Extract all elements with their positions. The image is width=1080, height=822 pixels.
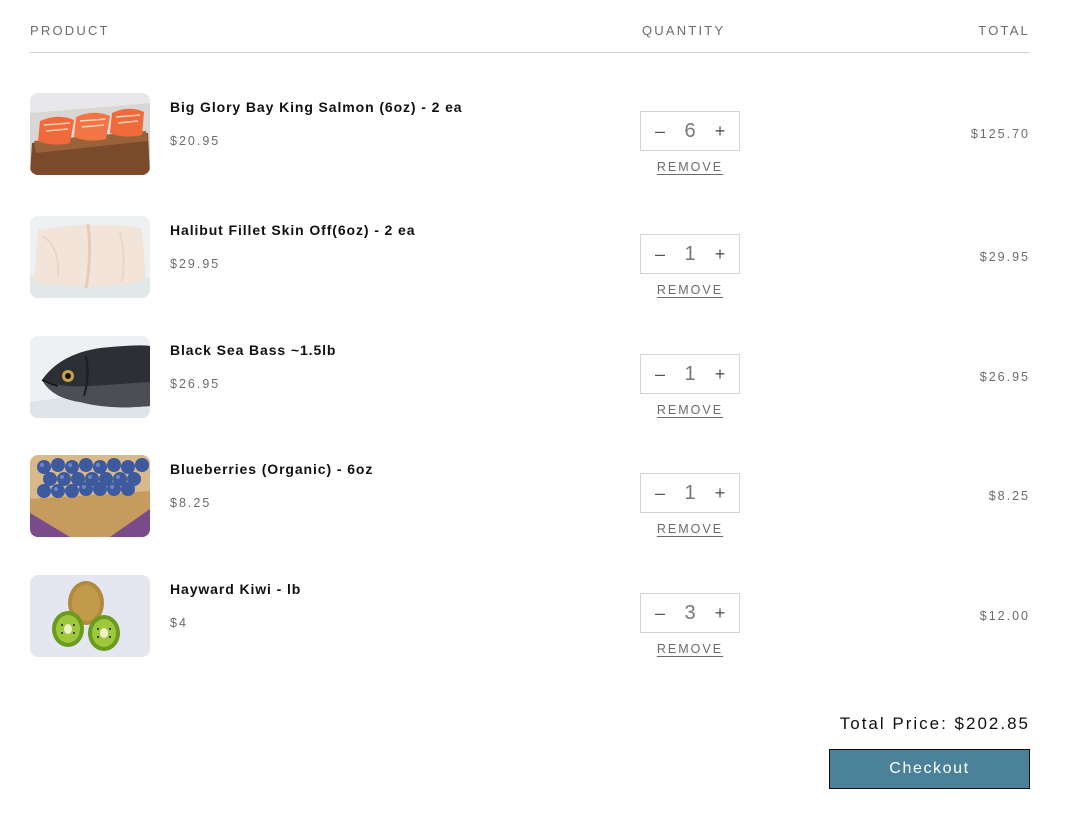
line-total: $12.00	[979, 609, 1030, 623]
product-price: $8.25	[170, 496, 212, 510]
line-total: $125.70	[970, 127, 1030, 141]
quantity-column-header: QUANTITY	[642, 23, 726, 38]
product-price: $29.95	[170, 257, 221, 271]
plus-icon[interactable]: +	[701, 594, 739, 632]
product-price: $20.95	[170, 134, 221, 148]
quantity-stepper: – 1 +	[640, 473, 740, 513]
line-total: $8.25	[988, 489, 1030, 503]
cart-row: Black Sea Bass ~1.5lb $26.95 – 1 + REMOV…	[30, 336, 1030, 420]
remove-button[interactable]: REMOVE	[640, 283, 740, 297]
product-name[interactable]: Black Sea Bass ~1.5lb	[170, 342, 336, 358]
total-price: Total Price: $202.85	[839, 714, 1030, 733]
checkout-button[interactable]: Checkout	[829, 749, 1030, 789]
cart-row: Blueberries (Organic) - 6oz $8.25 – 1 + …	[30, 455, 1030, 539]
product-image-kiwi[interactable]	[30, 575, 150, 657]
product-price: $4	[170, 616, 188, 630]
quantity-value[interactable]: 1	[679, 482, 701, 505]
remove-button[interactable]: REMOVE	[640, 522, 740, 536]
product-column-header: PRODUCT	[30, 23, 110, 38]
quantity-stepper: – 1 +	[640, 354, 740, 394]
cart-row: Big Glory Bay King Salmon (6oz) - 2 ea $…	[30, 93, 1030, 177]
product-image-blueberries[interactable]	[30, 455, 150, 537]
minus-icon[interactable]: –	[641, 355, 679, 393]
product-name[interactable]: Hayward Kiwi - lb	[170, 581, 301, 597]
quantity-value[interactable]: 6	[679, 120, 701, 143]
plus-icon[interactable]: +	[701, 474, 739, 512]
quantity-value[interactable]: 1	[679, 243, 701, 266]
total-column-header: TOTAL	[978, 23, 1030, 38]
line-total: $29.95	[979, 250, 1030, 264]
remove-button[interactable]: REMOVE	[640, 403, 740, 417]
product-image-salmon[interactable]	[30, 93, 150, 175]
quantity-value[interactable]: 3	[679, 602, 701, 625]
plus-icon[interactable]: +	[701, 355, 739, 393]
product-image-sea-bass[interactable]	[30, 336, 150, 418]
plus-icon[interactable]: +	[701, 112, 739, 150]
minus-icon[interactable]: –	[641, 235, 679, 273]
minus-icon[interactable]: –	[641, 594, 679, 632]
cart: PRODUCT QUANTITY TOTAL Big Glory Bay Kin…	[30, 0, 1030, 657]
product-name[interactable]: Blueberries (Organic) - 6oz	[170, 461, 373, 477]
cart-row: Hayward Kiwi - lb $4 – 3 + REMOVE $12.00	[30, 575, 1030, 659]
product-name[interactable]: Big Glory Bay King Salmon (6oz) - 2 ea	[170, 99, 462, 115]
line-total: $26.95	[979, 370, 1030, 384]
remove-button[interactable]: REMOVE	[640, 160, 740, 174]
quantity-stepper: – 6 +	[640, 111, 740, 151]
cart-row: Halibut Fillet Skin Off(6oz) - 2 ea $29.…	[30, 216, 1030, 300]
quantity-stepper: – 1 +	[640, 234, 740, 274]
minus-icon[interactable]: –	[641, 474, 679, 512]
remove-button[interactable]: REMOVE	[640, 642, 740, 656]
quantity-value[interactable]: 1	[679, 363, 701, 386]
product-image-halibut[interactable]	[30, 216, 150, 298]
minus-icon[interactable]: –	[641, 112, 679, 150]
quantity-stepper: – 3 +	[640, 593, 740, 633]
cart-header: PRODUCT QUANTITY TOTAL	[30, 0, 1030, 53]
plus-icon[interactable]: +	[701, 235, 739, 273]
product-name[interactable]: Halibut Fillet Skin Off(6oz) - 2 ea	[170, 222, 415, 238]
product-price: $26.95	[170, 377, 221, 391]
